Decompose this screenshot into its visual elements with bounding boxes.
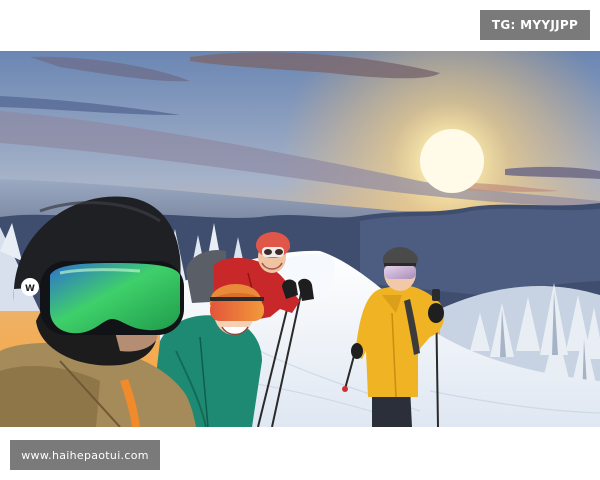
svg-text:W: W [25, 284, 35, 294]
photo-canvas: W [0, 51, 600, 427]
red-goggles [210, 299, 264, 321]
ski-selfie-photo: W [0, 51, 600, 427]
glove [351, 343, 363, 359]
watermark-bottom-left: www.haihepaotui.com [10, 440, 160, 470]
pole-basket [342, 386, 348, 392]
glove [428, 303, 444, 323]
sun [420, 129, 484, 193]
watermark-top-right: TG: MYYJJPP [480, 10, 590, 40]
goggles [384, 265, 416, 279]
page: TG: MYYJJPP W www.haihepaotui.com [0, 0, 600, 480]
